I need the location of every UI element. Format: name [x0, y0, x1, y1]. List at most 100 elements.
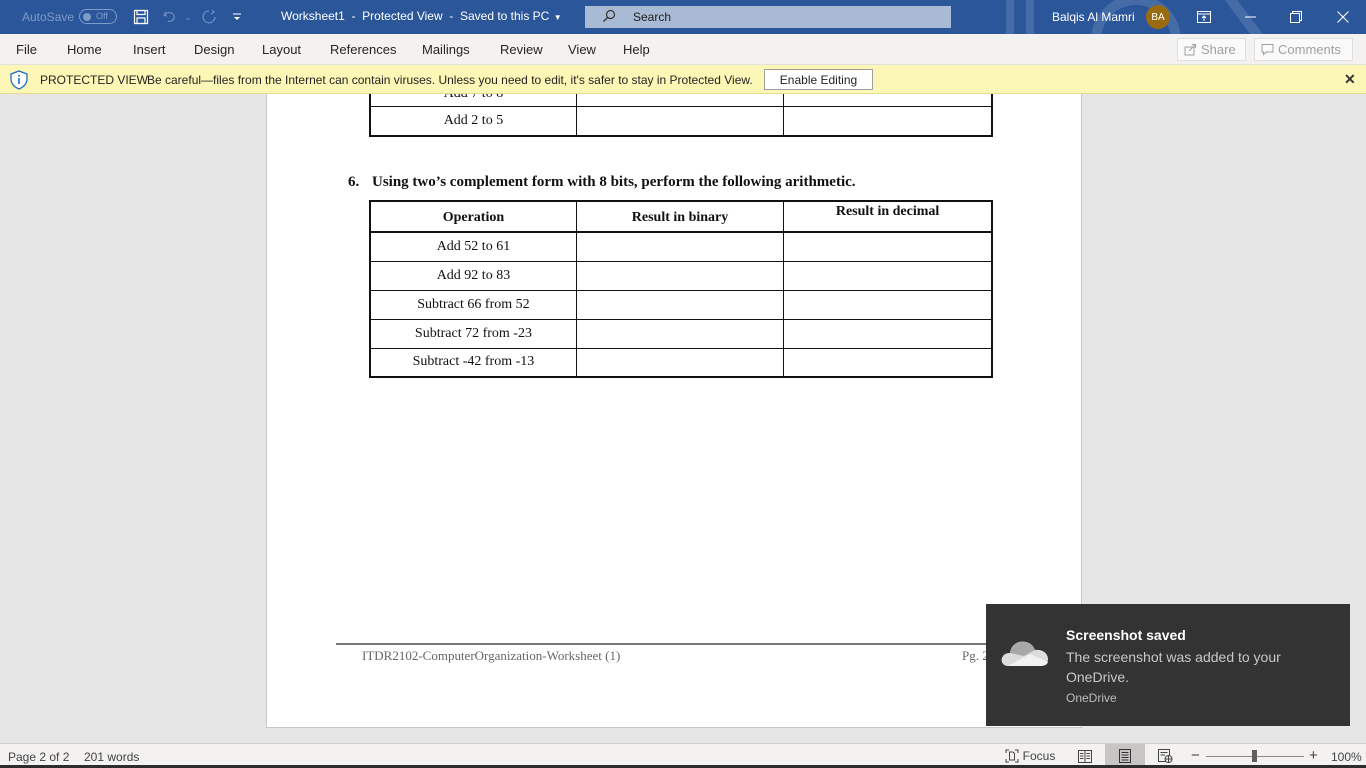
comment-icon [1261, 44, 1274, 56]
table-row: Add 2 to 5 [369, 106, 993, 136]
protected-view-message: Be careful—files from the Internet can c… [147, 73, 753, 87]
zoom-out-button[interactable]: − [1191, 747, 1200, 764]
decimal-cell[interactable] [783, 289, 993, 320]
comments-button[interactable]: Comments [1254, 38, 1353, 61]
header-operation: Operation [369, 200, 577, 233]
comments-label: Comments [1278, 42, 1341, 57]
tab-references[interactable]: References [330, 42, 396, 57]
header-result-binary: Result in binary [575, 200, 785, 233]
operation-cell: Subtract -42 from -13 [369, 347, 577, 378]
tab-design[interactable]: Design [194, 42, 234, 57]
table-cell[interactable] [783, 106, 993, 136]
table-row: Add 7 to 8 [369, 94, 993, 107]
protected-view-bar: PROTECTED VIEW Be careful—files from the… [0, 65, 1366, 94]
tab-view[interactable]: View [568, 42, 596, 57]
undo-icon[interactable] [160, 7, 180, 27]
restore-icon [1290, 11, 1302, 23]
user-name[interactable]: Balqis Al Mamri [1052, 10, 1135, 24]
save-icon[interactable] [131, 7, 151, 27]
decimal-cell[interactable] [783, 260, 993, 291]
table-row: Add 52 to 61 [369, 231, 993, 262]
redo-icon[interactable] [199, 7, 219, 27]
word-count[interactable]: 201 words [84, 750, 139, 764]
minimize-button[interactable] [1227, 0, 1273, 34]
decimal-cell[interactable] [783, 347, 993, 378]
tab-help[interactable]: Help [623, 42, 650, 57]
operation-cell: Add 52 to 61 [369, 231, 577, 262]
shield-info-icon [10, 70, 28, 90]
restore-button[interactable] [1273, 0, 1319, 34]
page-count[interactable]: Page 2 of 2 [8, 750, 69, 764]
print-layout-icon [1119, 749, 1131, 763]
notification-title: Screenshot saved [1066, 627, 1186, 643]
footer-page-number: Pg. 2 [962, 648, 989, 663]
protected-view-title: PROTECTED VIEW [40, 73, 149, 87]
header-result-decimal: Result in decimal [783, 200, 993, 233]
title-dropdown-icon[interactable]: ▼ [549, 13, 562, 22]
close-icon[interactable]: ✕ [1344, 71, 1356, 88]
binary-cell[interactable] [575, 289, 785, 320]
autosave-toggle[interactable]: AutoSave Off [22, 9, 118, 24]
zoom-slider-thumb[interactable] [1252, 750, 1257, 762]
share-label: Share [1201, 42, 1236, 57]
binary-cell[interactable] [575, 318, 785, 349]
question-6: 6. Using two’s complement form with 8 bit… [348, 174, 856, 191]
autosave-state: Off [96, 11, 108, 21]
share-button[interactable]: Share [1177, 38, 1246, 61]
table-cell[interactable] [575, 94, 785, 107]
avatar[interactable]: BA [1146, 5, 1170, 29]
operation-cell: Subtract 66 from 52 [369, 289, 577, 320]
autosave-label: AutoSave [22, 9, 75, 24]
tab-layout[interactable]: Layout [262, 42, 301, 57]
tab-review[interactable]: Review [500, 42, 543, 57]
enable-editing-button[interactable]: Enable Editing [764, 69, 873, 90]
ribbon-display-options-button[interactable] [1181, 0, 1227, 34]
document-title-text: Worksheet1 - Protected View - Saved to t… [281, 9, 550, 23]
table-cell: Add 7 to 8 [369, 94, 577, 107]
previous-table: Add 7 to 8 Add 2 to 5 [369, 94, 993, 137]
onedrive-cloud-icon [1001, 641, 1048, 666]
notification-body: The screenshot was added to your OneDriv… [1066, 649, 1281, 685]
table-row: Add 92 to 83 [369, 260, 993, 291]
table-row: Subtract -42 from -13 [369, 347, 993, 378]
customize-qat-icon[interactable] [227, 7, 247, 27]
table-header-row: Operation Result in binary Result in dec… [369, 200, 993, 233]
decimal-cell[interactable] [783, 231, 993, 262]
question-text: Using two’s complement form with 8 bits,… [372, 174, 856, 190]
close-icon [1337, 11, 1349, 23]
document-page[interactable]: Add 7 to 8 Add 2 to 5 6. Using two’s comp… [266, 94, 1082, 728]
undo-dropdown-icon[interactable]: ⌄ [178, 7, 198, 27]
read-mode-icon [1078, 749, 1092, 763]
decimal-cell[interactable] [783, 318, 993, 349]
binary-cell[interactable] [575, 231, 785, 262]
table-cell[interactable] [575, 106, 785, 136]
focus-label: Focus [1022, 749, 1056, 763]
ribbon-tabs: File Home Insert Design Layout Reference… [0, 34, 1366, 65]
tab-home[interactable]: Home [67, 42, 102, 57]
tab-file[interactable]: File [16, 42, 37, 57]
binary-cell[interactable] [575, 347, 785, 378]
search-placeholder: Search [633, 10, 672, 24]
binary-cell[interactable] [575, 260, 785, 291]
autosave-switch[interactable]: Off [79, 9, 118, 24]
close-button[interactable] [1320, 0, 1366, 34]
table-cell[interactable] [783, 94, 993, 107]
table-row: Subtract 72 from -23 [369, 318, 993, 349]
table-cell: Add 2 to 5 [369, 106, 577, 136]
footer-document-name: ITDR2102-ComputerOrganization-Worksheet … [362, 648, 621, 663]
web-layout-icon [1157, 749, 1172, 763]
tab-insert[interactable]: Insert [133, 42, 166, 57]
zoom-level[interactable]: 100% [1331, 750, 1362, 764]
minimize-icon [1244, 16, 1256, 18]
search-box[interactable]: Search [585, 6, 951, 28]
operation-cell: Subtract 72 from -23 [369, 318, 577, 349]
zoom-in-button[interactable]: + [1309, 747, 1318, 764]
operation-cell: Add 92 to 83 [369, 260, 577, 291]
tab-mailings[interactable]: Mailings [422, 42, 470, 57]
arithmetic-table: Operation Result in binary Result in dec… [369, 200, 993, 378]
focus-icon [1005, 749, 1019, 763]
search-icon [585, 9, 633, 26]
document-title[interactable]: Worksheet1 - Protected View - Saved to t… [281, 9, 562, 23]
onedrive-notification[interactable]: Screenshot saved The screenshot was adde… [986, 604, 1350, 726]
share-icon [1184, 44, 1196, 56]
